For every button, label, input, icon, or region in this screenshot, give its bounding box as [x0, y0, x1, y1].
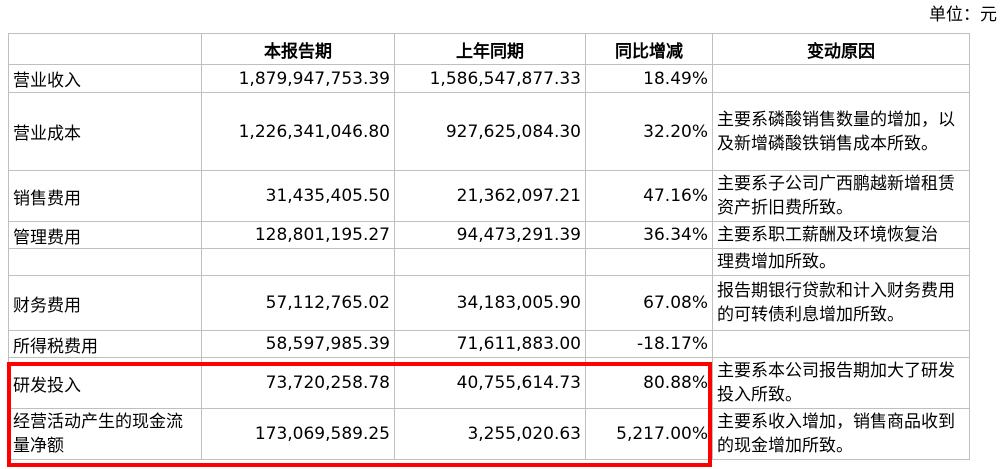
row-reason: 主要系磷酸销售数量的增加，以及新增磷酸铁销售成本所致。: [712, 92, 970, 171]
row-current: 31,435,405.50: [201, 170, 395, 222]
financial-table: 本报告期 上年同期 同比增减 变动原因 营业收入 1,879,947,753.3…: [8, 33, 970, 460]
row-change: 36.34%: [585, 221, 713, 249]
header-yoy-change: 同比增减: [585, 33, 713, 65]
table-row: 研发投入 73,720,258.78 40,755,614.73 80.88% …: [8, 357, 970, 409]
row-name: 管理费用: [8, 221, 202, 249]
row-current: 57,112,765.02: [201, 275, 395, 331]
table-header-row: 本报告期 上年同期 同比增减 变动原因: [8, 33, 970, 65]
row-name: 营业成本: [8, 92, 202, 171]
row-change: -18.17%: [585, 330, 713, 358]
table-row: 财务费用 57,112,765.02 34,183,005.90 67.08% …: [8, 275, 970, 331]
row-change: 67.08%: [585, 275, 713, 331]
row-reason: [712, 64, 970, 93]
row-name: [8, 248, 202, 276]
row-reason: 理费增加所致。: [712, 248, 970, 276]
row-current: 1,226,341,046.80: [201, 92, 395, 171]
header-item: [8, 33, 202, 65]
row-reason: 主要系子公司广西鹏越新增租赁资产折旧费所致。: [712, 170, 970, 222]
row-change: 47.16%: [585, 170, 713, 222]
row-change: 18.49%: [585, 64, 713, 93]
table-row: 营业成本 1,226,341,046.80 927,625,084.30 32.…: [8, 92, 970, 171]
row-change: 5,217.00%: [585, 408, 713, 460]
row-previous: 94,473,291.39: [394, 221, 586, 249]
row-previous: [394, 248, 586, 276]
row-change: 80.88%: [585, 357, 713, 409]
row-name: 营业收入: [8, 64, 202, 93]
row-name: 研发投入: [8, 357, 202, 409]
row-previous: 34,183,005.90: [394, 275, 586, 331]
row-reason: 报告期银行贷款和计入财务费用的可转债利息增加所致。: [712, 275, 970, 331]
row-reason: 主要系本公司报告期加大了研发投入所致。: [712, 357, 970, 409]
row-change: 32.20%: [585, 92, 713, 171]
table-row: 所得税费用 58,597,985.39 71,611,883.00 -18.17…: [8, 330, 970, 358]
row-current: 1,879,947,753.39: [201, 64, 395, 93]
row-change: [585, 248, 713, 276]
table-row: 理费增加所致。: [8, 248, 970, 276]
table-row: 销售费用 31,435,405.50 21,362,097.21 47.16% …: [8, 170, 970, 222]
row-current: 128,801,195.27: [201, 221, 395, 249]
row-previous: 1,586,547,877.33: [394, 64, 586, 93]
row-current: 58,597,985.39: [201, 330, 395, 358]
row-name: 财务费用: [8, 275, 202, 331]
header-previous-period: 上年同期: [394, 33, 586, 65]
table-row: 管理费用 128,801,195.27 94,473,291.39 36.34%…: [8, 221, 970, 249]
row-previous: 21,362,097.21: [394, 170, 586, 222]
table-row: 营业收入 1,879,947,753.39 1,586,547,877.33 1…: [8, 64, 970, 93]
row-previous: 71,611,883.00: [394, 330, 586, 358]
row-current: 173,069,589.25: [201, 408, 395, 460]
row-previous: 40,755,614.73: [394, 357, 586, 409]
row-name: 经营活动产生的现金流量净额: [8, 408, 202, 460]
header-current-period: 本报告期: [201, 33, 395, 65]
row-reason: 主要系收入增加，销售商品收到的现金增加所致。: [712, 408, 970, 460]
row-reason: [712, 330, 970, 358]
row-name: 销售费用: [8, 170, 202, 222]
row-previous: 927,625,084.30: [394, 92, 586, 171]
row-current: 73,720,258.78: [201, 357, 395, 409]
row-name: 所得税费用: [8, 330, 202, 358]
row-previous: 3,255,020.63: [394, 408, 586, 460]
table-row: 经营活动产生的现金流量净额 173,069,589.25 3,255,020.6…: [8, 408, 970, 460]
unit-label: 单位：元: [929, 5, 997, 25]
row-current: [201, 248, 395, 276]
header-change-reason: 变动原因: [712, 33, 970, 65]
row-reason: 主要系职工薪酬及环境恢复治: [712, 221, 970, 249]
